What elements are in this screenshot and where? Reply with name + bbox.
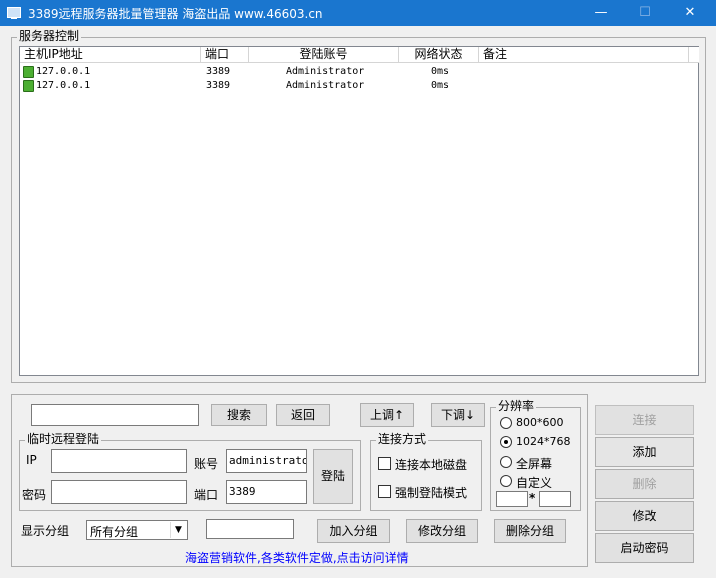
column-header-port[interactable]: 端口 [201, 47, 249, 63]
radio-fullscreen[interactable] [500, 456, 512, 468]
force-login-checkbox[interactable] [378, 485, 391, 498]
account-field[interactable]: administrator [226, 449, 307, 473]
cell-account: Administrator [286, 80, 365, 91]
search-button[interactable]: 搜索 [211, 404, 267, 426]
port-label: 端口 [194, 488, 219, 502]
radio-800x600[interactable] [500, 417, 512, 429]
cell-port: 3389 [206, 66, 231, 77]
password-label: 密码 [22, 488, 47, 502]
radio-custom[interactable] [500, 475, 512, 487]
connect-mode-label: 连接方式 [376, 432, 429, 446]
title-bar[interactable]: 3389远程服务器批量管理器 海盗出品 www.46603.cn — ☐ ✕ [0, 0, 716, 26]
cell-ip: 127.0.0.1 [36, 66, 91, 77]
login-button[interactable]: 登陆 [313, 449, 353, 504]
column-header-note[interactable]: 备注 [479, 47, 689, 63]
password-field[interactable] [51, 480, 187, 504]
footer-link[interactable]: 海盗营销软件,各类软件定做,点击访问详情 [185, 549, 409, 566]
cell-status: 0ms [431, 66, 450, 77]
cell-account: Administrator [286, 66, 365, 77]
port-field[interactable]: 3389 [226, 480, 307, 504]
table-row[interactable]: 127.0.0.1 3389 Administrator 0ms [20, 65, 698, 79]
force-login-label[interactable]: 强制登陆模式 [395, 484, 467, 501]
account-label: 账号 [194, 457, 219, 471]
radio-1024x768-label[interactable]: 1024*768 [516, 435, 571, 448]
add-group-button[interactable]: 加入分组 [317, 519, 390, 543]
move-up-button[interactable]: 上调↑ [360, 403, 414, 427]
column-header-ip[interactable]: 主机IP地址 [20, 47, 201, 63]
delete-group-button[interactable]: 删除分组 [494, 519, 566, 543]
ip-label: IP [26, 453, 37, 467]
group-select-value: 所有分组 [90, 525, 139, 539]
custom-separator: * [529, 491, 536, 505]
back-button[interactable]: 返回 [276, 404, 330, 426]
ip-field[interactable] [51, 449, 187, 473]
local-disk-checkbox[interactable] [378, 457, 391, 470]
edit-group-button[interactable]: 修改分组 [406, 519, 478, 543]
radio-fullscreen-label[interactable]: 全屏幕 [516, 455, 552, 472]
connect-button[interactable]: 连接 [595, 405, 694, 435]
delete-button[interactable]: 删除 [595, 469, 694, 499]
column-header-filler [689, 47, 699, 63]
edit-button[interactable]: 修改 [595, 501, 694, 531]
maximize-button[interactable]: ☐ [622, 0, 668, 26]
server-icon [23, 80, 34, 92]
group-name-field[interactable] [206, 519, 294, 539]
custom-height-field[interactable] [539, 491, 571, 507]
chevron-down-icon[interactable]: ▼ [170, 522, 186, 538]
display-group-label: 显示分组 [21, 524, 70, 538]
cell-port: 3389 [206, 80, 231, 91]
start-password-button[interactable]: 启动密码 [595, 533, 694, 563]
server-icon [23, 66, 34, 78]
radio-800x600-label[interactable]: 800*600 [516, 416, 564, 429]
minimize-button[interactable]: — [578, 0, 624, 26]
temp-login-label: 临时远程登陆 [25, 432, 102, 446]
radio-1024x768[interactable] [500, 436, 512, 448]
server-list[interactable]: 主机IP地址 端口 登陆账号 网络状态 备注 127.0.0.1 3389 Ad… [19, 46, 699, 376]
window-title: 3389远程服务器批量管理器 海盗出品 www.46603.cn [28, 7, 323, 21]
group-select[interactable]: 所有分组 ▼ [86, 520, 188, 540]
cell-ip: 127.0.0.1 [36, 80, 91, 91]
close-button[interactable]: ✕ [667, 0, 713, 26]
resolution-label: 分辨率 [496, 399, 537, 413]
local-disk-label[interactable]: 连接本地磁盘 [395, 456, 467, 473]
app-monitor-icon [7, 7, 21, 19]
table-row[interactable]: 127.0.0.1 3389 Administrator 0ms [20, 79, 698, 93]
radio-custom-label[interactable]: 自定义 [516, 474, 552, 491]
column-header-account[interactable]: 登陆账号 [249, 47, 399, 63]
cell-status: 0ms [431, 80, 450, 91]
custom-width-field[interactable] [496, 491, 528, 507]
move-down-button[interactable]: 下调↓ [431, 403, 485, 427]
add-button[interactable]: 添加 [595, 437, 694, 467]
search-input[interactable] [31, 404, 199, 426]
column-header-status[interactable]: 网络状态 [399, 47, 479, 63]
server-control-label: 服务器控制 [17, 29, 82, 43]
